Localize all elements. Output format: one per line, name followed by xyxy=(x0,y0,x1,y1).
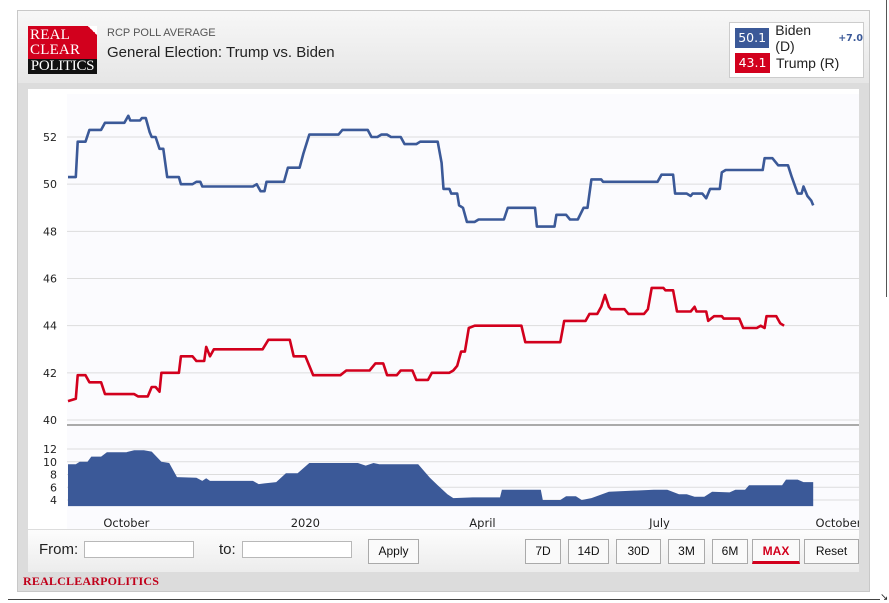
plot-container: 40 42 44 46 48 50 52 4 6 8 10 12 October 2020 April J… xyxy=(28,89,859,529)
spread-y-tick-label: 12 xyxy=(43,443,57,456)
legend-value-biden: 50.1 xyxy=(735,28,770,48)
y-tick-label: 42 xyxy=(43,367,57,380)
range-button-14d[interactable]: 14D xyxy=(568,539,609,564)
apply-button[interactable]: Apply xyxy=(368,539,419,564)
y-tick-label: 50 xyxy=(43,178,57,191)
legend-item-trump[interactable]: 43.1 Trump (R) xyxy=(735,53,839,73)
range-button-3m[interactable]: 3M xyxy=(668,539,705,564)
to-date-input[interactable] xyxy=(242,541,352,558)
x-tick-label: 2020 xyxy=(291,516,320,529)
range-button-max[interactable]: MAX xyxy=(752,539,800,564)
poll-chart[interactable]: 40424446485052 4681012 October 2020 April J… xyxy=(28,89,859,529)
to-label: to: xyxy=(219,541,236,558)
x-tick-label: April xyxy=(469,516,495,529)
spread-y-tick-label: 8 xyxy=(50,469,57,482)
page-divider xyxy=(8,599,880,600)
range-button-7d[interactable]: 7D xyxy=(525,539,561,564)
spread-y-tick-label: 4 xyxy=(50,494,57,507)
date-controls: From: to: Apply 7D 14D 30D 3M 6M MAX Reset xyxy=(28,529,859,572)
legend: 50.1 Biden (D) +7.0 43.1 Trump (R) xyxy=(729,22,864,78)
y-tick-label: 48 xyxy=(43,225,57,238)
spread-y-tick-label: 10 xyxy=(43,456,57,469)
range-button-6m[interactable]: 6M xyxy=(712,539,748,564)
footer-brand[interactable]: REALCLEARPOLITICS xyxy=(23,574,159,589)
x-tick-label: July xyxy=(648,516,670,529)
y-tick-label: 46 xyxy=(43,273,57,286)
widget-frame: REAL CLEAR POLITICS RCP POLL AVERAGE Gen… xyxy=(17,10,870,592)
rcp-logo[interactable]: REAL CLEAR POLITICS xyxy=(28,26,97,74)
logo-text-real: REAL xyxy=(30,27,70,43)
from-label: From: xyxy=(39,541,79,558)
legend-item-biden[interactable]: 50.1 Biden (D) +7.0 xyxy=(735,22,863,54)
legend-label-trump: Trump (R) xyxy=(776,55,840,71)
resize-handle-icon[interactable]: ↘ xyxy=(880,592,888,603)
range-button-reset[interactable]: Reset xyxy=(804,539,859,564)
legend-value-trump: 43.1 xyxy=(735,53,770,73)
page-border xyxy=(886,0,887,297)
logo-folded-corner xyxy=(88,26,97,35)
logo-text-clear: CLEAR xyxy=(30,42,81,58)
spread-y-axis: 4681012 xyxy=(43,443,57,507)
x-tick-label: October xyxy=(103,516,149,529)
y-tick-label: 44 xyxy=(43,320,57,333)
from-date-input[interactable] xyxy=(84,541,194,558)
legend-spread: +7.0 xyxy=(838,32,863,44)
logo-text-politics: POLITICS xyxy=(28,59,97,74)
y-tick-label: 40 xyxy=(43,414,57,427)
range-button-30d[interactable]: 30D xyxy=(616,539,661,564)
chart-header: REAL CLEAR POLITICS RCP POLL AVERAGE Gen… xyxy=(18,11,869,83)
plot-background xyxy=(67,94,859,529)
chart-title: General Election: Trump vs. Biden xyxy=(107,44,335,61)
x-tick-label: October xyxy=(816,516,859,529)
spread-y-tick-label: 6 xyxy=(50,481,57,494)
main-y-axis: 40 42 44 46 48 50 52 xyxy=(43,131,57,427)
chart-subtitle: RCP POLL AVERAGE xyxy=(107,27,216,39)
legend-label-biden: Biden (D) xyxy=(775,22,812,54)
y-tick-label: 52 xyxy=(43,131,57,144)
